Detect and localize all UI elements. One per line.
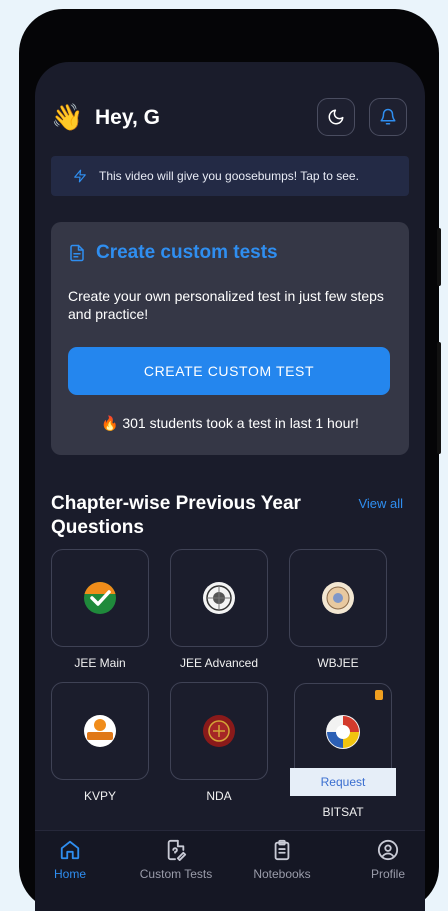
iit-logo-icon [203, 582, 235, 614]
theme-toggle-button[interactable] [317, 98, 355, 136]
kvpy-logo-icon [84, 715, 116, 747]
card-description: Create your own personalized test in jus… [68, 288, 384, 322]
nav-label: Notebooks [253, 867, 311, 881]
greeting-text: Hey, G [95, 106, 160, 129]
exam-label: KVPY [83, 789, 116, 803]
nav-label: Custom Tests [139, 867, 213, 881]
banner-text: This video will give you goosebumps! Tap… [99, 169, 359, 183]
nda-logo-icon [203, 715, 235, 747]
exam-tile-jee-main[interactable] [51, 549, 149, 647]
create-custom-test-button[interactable]: CREATE CUSTOM TEST [68, 347, 390, 395]
test-document-icon [167, 839, 187, 861]
jee-main-logo-icon [84, 581, 116, 614]
header: 👋 Hey, G [51, 98, 409, 138]
phone-side-button [437, 228, 441, 286]
fire-emoji: 🔥 [101, 415, 119, 431]
request-button[interactable]: Request [290, 768, 396, 796]
bits-logo-icon [326, 715, 360, 749]
exam-tile-bitsat[interactable] [294, 683, 392, 781]
nav-custom-tests[interactable]: Custom Tests [131, 839, 221, 881]
card-title: Create custom tests [96, 242, 278, 263]
stat-text: 301 students took a test in last 1 hour! [122, 415, 359, 431]
wbjee-logo-icon [322, 582, 354, 614]
wave-emoji: 👋 [51, 102, 84, 132]
clipboard-icon [274, 839, 290, 861]
bottom-navigation: Home Custom Tests Notebooks Profile [35, 830, 425, 911]
exam-tile-kvpy[interactable] [51, 682, 149, 780]
phone-side-button [437, 342, 441, 454]
exam-label: NDA [206, 789, 232, 803]
card-title-row: Create custom tests [68, 242, 278, 264]
exam-label: WBJEE [317, 656, 359, 670]
exam-label: JEE Advanced [179, 656, 259, 670]
lock-badge-icon [375, 690, 383, 700]
custom-test-card: Create custom tests Create your own pers… [51, 222, 409, 455]
exam-tile-wbjee[interactable] [289, 549, 387, 647]
nav-profile[interactable]: Profile [343, 839, 425, 881]
nav-label: Profile [370, 867, 405, 881]
app-screen: 👋 Hey, G This video will give you gooseb… [35, 62, 425, 911]
home-icon [60, 840, 80, 860]
section-title: Chapter-wise Previous Year Questions [51, 493, 301, 538]
nav-notebooks[interactable]: Notebooks [237, 839, 327, 881]
nav-home[interactable]: Home [35, 839, 115, 881]
moon-icon [328, 109, 344, 125]
students-stat: 🔥 301 students took a test in last 1 hou… [51, 415, 409, 432]
profile-icon [377, 839, 399, 861]
notifications-button[interactable] [369, 98, 407, 136]
promo-banner[interactable]: This video will give you goosebumps! Tap… [51, 156, 409, 196]
view-all-link[interactable]: View all [358, 496, 403, 511]
document-icon [70, 244, 84, 262]
exam-tile-jee-advanced[interactable] [170, 549, 268, 647]
lightning-icon [73, 167, 91, 185]
exam-label: BITSAT [322, 805, 364, 819]
bell-icon [380, 108, 396, 125]
nav-label: Home [53, 867, 86, 881]
exam-label: JEE Main [74, 656, 126, 670]
exam-tile-nda[interactable] [170, 682, 268, 780]
